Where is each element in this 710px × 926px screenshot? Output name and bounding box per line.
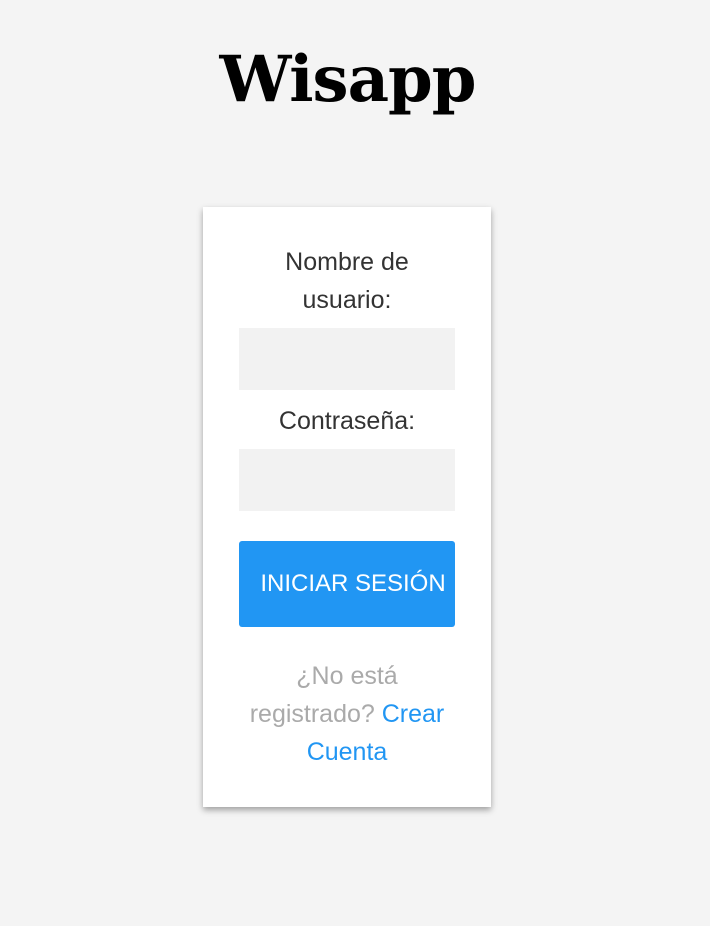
username-input[interactable] <box>239 328 455 390</box>
signup-prompt-text: ¿No está registrado? <box>249 662 398 728</box>
password-input[interactable] <box>239 449 455 511</box>
login-button[interactable]: INICIAR SESIÓN <box>239 541 455 627</box>
app-title: Wisapp <box>219 42 476 117</box>
password-label: Contraseña: <box>278 407 416 435</box>
username-label: Nombre de usuario: <box>285 248 409 314</box>
login-card: Nombre de usuario: Contraseña: INICIAR S… <box>203 207 491 807</box>
signup-prompt: ¿No está registrado? Crear Cuenta <box>239 657 455 771</box>
